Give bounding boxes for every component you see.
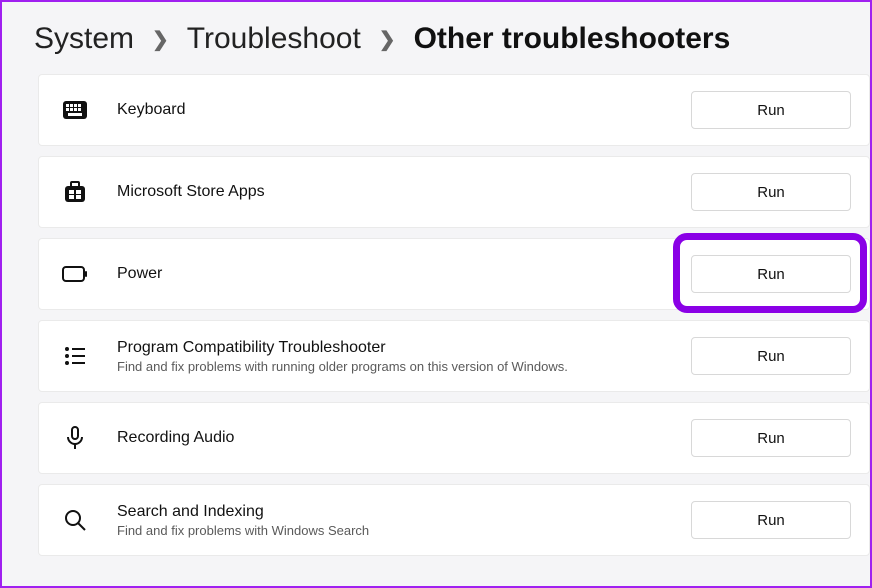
row-title: Microsoft Store Apps (117, 183, 663, 201)
chevron-right-icon: ❯ (379, 27, 396, 52)
search-icon (61, 506, 89, 534)
run-button[interactable]: Run (691, 255, 851, 293)
breadcrumb-troubleshoot[interactable]: Troubleshoot (187, 22, 361, 56)
row-title: Keyboard (117, 101, 663, 119)
row-texts: Keyboard (117, 101, 663, 119)
row-texts: Power (117, 265, 663, 283)
row-texts: Microsoft Store Apps (117, 183, 663, 201)
row-texts: Recording Audio (117, 429, 663, 447)
run-button[interactable]: Run (691, 91, 851, 129)
breadcrumb-system[interactable]: System (34, 22, 134, 56)
row-subtitle: Find and fix problems with Windows Searc… (117, 523, 663, 538)
power-icon (61, 260, 89, 288)
breadcrumb: System ❯ Troubleshoot ❯ Other troublesho… (2, 2, 870, 74)
troubleshooter-row: Recording Audio Run (38, 402, 870, 474)
run-button[interactable]: Run (691, 337, 851, 375)
row-title: Program Compatibility Troubleshooter (117, 339, 663, 357)
page-title: Other troubleshooters (414, 22, 731, 56)
troubleshooter-list: Keyboard Run Microsoft Store Apps Run Power R… (2, 74, 870, 556)
list-icon (61, 342, 89, 370)
run-button[interactable]: Run (691, 501, 851, 539)
row-title: Recording Audio (117, 429, 663, 447)
troubleshooter-row: Search and Indexing Find and fix problems… (38, 484, 870, 556)
troubleshooter-row: Keyboard Run (38, 74, 870, 146)
troubleshooter-row: Program Compatibility Troubleshooter Find… (38, 320, 870, 392)
keyboard-icon (61, 96, 89, 124)
run-button[interactable]: Run (691, 173, 851, 211)
row-texts: Search and Indexing Find and fix problems… (117, 503, 663, 538)
row-subtitle: Find and fix problems with running older… (117, 359, 663, 374)
mic-icon (61, 424, 89, 452)
troubleshooter-row: Power Run (38, 238, 870, 310)
store-icon (61, 178, 89, 206)
troubleshooter-row: Microsoft Store Apps Run (38, 156, 870, 228)
row-texts: Program Compatibility Troubleshooter Find… (117, 339, 663, 374)
row-title: Search and Indexing (117, 503, 663, 521)
chevron-right-icon: ❯ (152, 27, 169, 52)
run-button[interactable]: Run (691, 419, 851, 457)
row-title: Power (117, 265, 663, 283)
